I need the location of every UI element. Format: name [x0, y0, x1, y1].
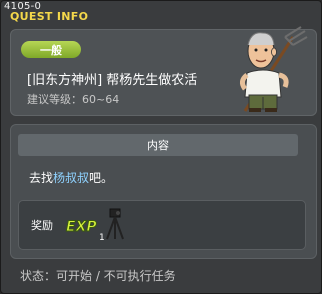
item-count: 1	[99, 233, 105, 241]
npc-name-link[interactable]: 杨叔叔	[53, 171, 89, 185]
quest-description: 去找杨叔叔吧。	[29, 169, 113, 186]
desc-prefix: 去找	[29, 171, 54, 185]
exp-icon-text: EXP	[66, 219, 97, 235]
exp-icon[interactable]: EXP	[65, 215, 99, 236]
recommended-level: 建议等级：60~64	[27, 93, 120, 106]
npc-farmer-portrait	[239, 26, 308, 112]
quest-category-badge: 一般	[21, 41, 81, 58]
quest-title: [旧东方神州] 帮杨先生做农活	[27, 73, 198, 88]
desc-suffix: 吧。	[89, 171, 114, 185]
content-header: 内容	[18, 134, 298, 156]
tripod-item-icon[interactable]: 1	[99, 207, 129, 241]
quest-status: 状态：可开始 / 不可执行任务	[20, 269, 176, 283]
title-bar[interactable]: 4105-0 QUEST INFO	[1, 1, 321, 23]
reward-label: 奖励	[31, 219, 53, 232]
quest-info-window: 4105-0 QUEST INFO 一般 [旧东方神州] 帮杨先生做农活 建议等…	[0, 0, 322, 294]
reward-box	[18, 200, 306, 250]
window-title: QUEST INFO	[10, 10, 89, 23]
